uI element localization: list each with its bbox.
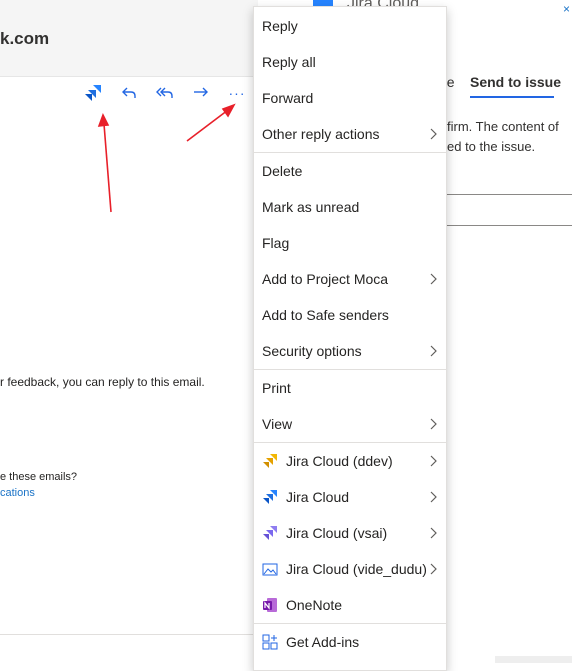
pane-description-line2: ed to the issue. — [447, 139, 536, 154]
menu-item-view[interactable]: View — [254, 406, 446, 442]
pane-divider — [447, 225, 572, 226]
notifications-link[interactable]: cations — [0, 487, 35, 499]
menu-item-label: Add to Project Moca — [262, 271, 389, 287]
menu-item-label: Reply all — [262, 54, 316, 70]
menu-item-get-add-ins[interactable]: Get Add-ins — [254, 624, 446, 660]
menu-item-jira-cloud-vsai[interactable]: Jira Cloud (vsai) — [254, 515, 446, 551]
close-icon[interactable]: × — [563, 2, 570, 16]
chevron-right-icon — [430, 527, 437, 539]
menu-item-label: Jira Cloud (vsai) — [286, 525, 388, 541]
menu-item-other-reply-actions[interactable]: Other reply actions — [254, 116, 446, 152]
more-actions-menu: Reply Reply all Forward Other reply acti… — [253, 6, 447, 671]
menu-item-flag[interactable]: Flag — [254, 225, 446, 261]
chevron-right-icon — [430, 455, 437, 467]
jira-vsai-icon — [263, 526, 277, 540]
menu-item-print[interactable]: Print — [254, 370, 446, 406]
pane-footer-box — [495, 656, 572, 663]
chevron-right-icon — [430, 563, 437, 575]
menu-item-label: Security options — [262, 343, 362, 359]
menu-item-reply-all[interactable]: Reply all — [254, 44, 446, 80]
chevron-right-icon — [430, 345, 437, 357]
menu-item-delete[interactable]: Delete — [254, 153, 446, 189]
divider — [0, 634, 258, 635]
onenote-icon — [263, 598, 277, 612]
menu-item-add-to-project[interactable]: Add to Project Moca — [254, 261, 446, 297]
menu-item-label: Forward — [262, 90, 314, 106]
chevron-right-icon — [430, 418, 437, 430]
jira-cloud-icon — [263, 490, 277, 504]
menu-item-label: Jira Cloud — [286, 489, 350, 505]
menu-item-jira-cloud[interactable]: Jira Cloud — [254, 479, 446, 515]
menu-item-add-to-safe-senders[interactable]: Add to Safe senders — [254, 297, 446, 333]
menu-item-label: Other reply actions — [262, 126, 380, 142]
image-placeholder-icon — [262, 563, 278, 576]
jira-ddev-icon — [263, 454, 277, 468]
menu-item-label: Jira Cloud (ddev) — [286, 453, 393, 469]
feedback-text: r feedback, you can reply to this email. — [0, 375, 205, 389]
menu-item-label: Jira Cloud (vide_dudu) — [286, 561, 427, 577]
menu-item-onenote[interactable]: OneNote — [254, 587, 446, 623]
menu-item-label: Mark as unread — [262, 199, 360, 215]
menu-item-reply[interactable]: Reply — [254, 8, 446, 44]
menu-item-label: Add to Safe senders — [262, 307, 389, 323]
menu-item-label: Flag — [262, 235, 290, 251]
menu-item-mark-as-unread[interactable]: Mark as unread — [254, 189, 446, 225]
tab-send-to-issue[interactable]: Send to issue — [470, 74, 561, 90]
menu-item-label: Delete — [262, 163, 303, 179]
menu-item-jira-cloud-ddev[interactable]: Jira Cloud (ddev) — [254, 443, 446, 479]
chevron-right-icon — [430, 128, 437, 140]
add-ins-icon — [262, 634, 278, 650]
pane-divider — [447, 194, 572, 195]
menu-item-label: Print — [262, 380, 291, 396]
chevron-right-icon — [430, 491, 437, 503]
menu-item-security-options[interactable]: Security options — [254, 333, 446, 369]
chevron-right-icon — [430, 273, 437, 285]
menu-item-forward[interactable]: Forward — [254, 80, 446, 116]
menu-item-label: OneNote — [286, 597, 343, 613]
emails-question-text: e these emails? — [0, 471, 78, 483]
menu-item-label: View — [262, 416, 293, 432]
selected-tab-indicator — [470, 96, 554, 98]
menu-item-label: Get Add-ins — [286, 634, 360, 650]
menu-item-label: Reply — [262, 18, 298, 34]
annotation-arrows — [97, 103, 236, 213]
email-reading-pane: k.com ··· r feedback, you can reply to t… — [0, 0, 258, 663]
addin-task-pane: Jira Cloud × ue Send to issue firm. The … — [313, 0, 572, 663]
pane-description-line1: firm. The content of — [447, 119, 559, 134]
menu-item-jira-cloud-vide-dudu[interactable]: Jira Cloud (vide_dudu) — [254, 551, 446, 587]
